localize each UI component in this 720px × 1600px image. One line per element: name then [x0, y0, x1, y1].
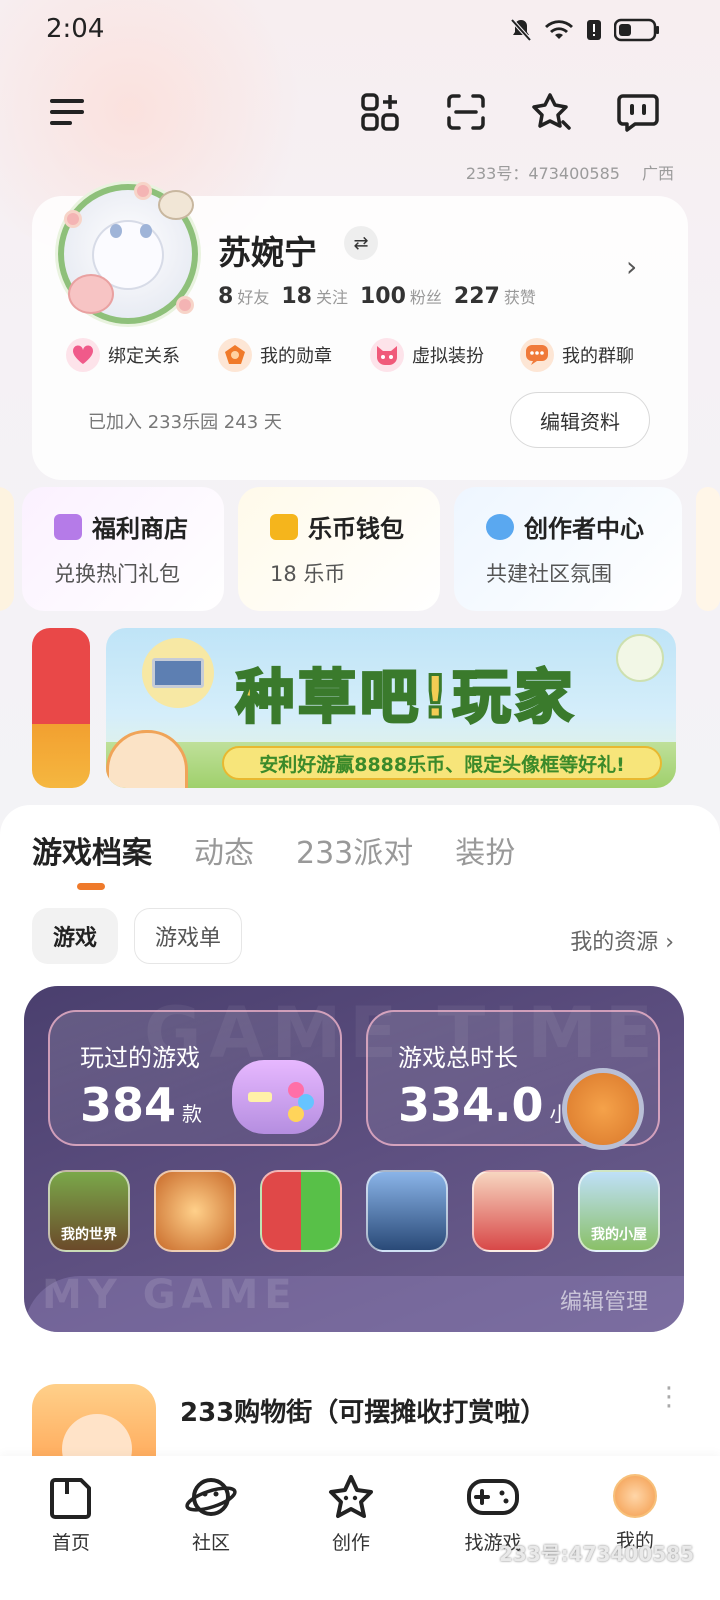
profile-tabs: 游戏档案 动态 233派对 装扮: [32, 828, 515, 872]
profile-detail-chevron-icon[interactable]: ›: [626, 250, 637, 283]
edit-profile-button[interactable]: 编辑资料: [510, 392, 650, 448]
my-resources-link[interactable]: 我的资源 ›: [570, 924, 674, 956]
pig-decoration: [68, 274, 114, 314]
gift-icon: [54, 513, 82, 540]
quick-my-group-chats[interactable]: 我的群聊: [520, 338, 634, 372]
stopwatch-icon: [562, 1068, 644, 1150]
feature-card-welfare-shop[interactable]: 福利商店 兑换热门礼包: [22, 487, 224, 611]
panel-watermark: MY GAME: [42, 1272, 298, 1318]
heart-icon: [66, 338, 100, 372]
game-stats-panel: GAME TIME MY GAME 玩过的游戏 384款 游戏总时长 334.0…: [24, 986, 684, 1332]
quick-my-medals[interactable]: 我的勋章: [218, 338, 332, 372]
switch-account-button[interactable]: ⇄: [344, 226, 378, 260]
more-options-icon[interactable]: ⋮: [656, 1384, 682, 1410]
gamepad-icon: [232, 1060, 324, 1134]
feature-card-wallet[interactable]: 乐币钱包 18 乐币: [238, 487, 440, 611]
game-icon-twins[interactable]: [260, 1170, 342, 1252]
banner-title: 种草吧!玩家: [234, 662, 577, 733]
stat-fans[interactable]: 100 粉丝: [360, 284, 442, 309]
home-icon: [50, 1478, 91, 1519]
screenshot-watermark: 233号:473400585: [499, 1542, 694, 1566]
stat-likes[interactable]: 227 获赞: [454, 284, 536, 309]
cat-decoration: [158, 190, 194, 220]
profile-stats: 8 好友 18 关注 100 粉丝 227 获赞: [218, 284, 536, 309]
nav-community[interactable]: 社区: [166, 1474, 256, 1555]
active-tab-indicator: [77, 883, 105, 890]
battery-icon: [614, 18, 659, 42]
character-illustration: [106, 730, 188, 788]
subtab-games[interactable]: 游戏: [32, 908, 118, 964]
gamepad-nav-icon: [467, 1479, 519, 1515]
laptop-icon: [142, 638, 214, 708]
subtab-game-lists[interactable]: 游戏单: [134, 908, 242, 964]
star-icon: [329, 1475, 373, 1518]
nav-home[interactable]: 首页: [26, 1474, 116, 1555]
stat-friends[interactable]: 8 好友: [218, 284, 269, 309]
swap-icon: ⇄: [353, 232, 369, 254]
game-icon-minecraft[interactable]: 我的世界: [48, 1170, 130, 1252]
nav-create[interactable]: 创作: [306, 1474, 396, 1555]
quick-virtual-dressup[interactable]: 虚拟装扮: [370, 338, 484, 372]
status-icons: [510, 18, 660, 42]
apps-button[interactable]: [356, 88, 404, 136]
message-bubble-icon: [617, 94, 659, 132]
account-uid: 233号：473400585: [465, 164, 620, 183]
tab-game-archive[interactable]: 游戏档案: [32, 828, 152, 872]
profile-name: 苏婉宁: [218, 233, 317, 272]
planet-face-icon: [185, 1478, 237, 1516]
scan-button[interactable]: [442, 88, 490, 136]
tab-activity[interactable]: 动态: [194, 828, 254, 872]
menu-button[interactable]: [44, 88, 92, 136]
banner-subtitle: 安利好游赢8888乐币、限定头像框等好礼!: [222, 746, 662, 780]
game-icon-stickman[interactable]: [366, 1170, 448, 1252]
avatar[interactable]: [58, 182, 198, 324]
medal-icon: [218, 338, 252, 372]
joined-days: 已加入 233乐园 243 天: [88, 412, 282, 433]
account-region: 广西: [641, 164, 674, 183]
apps-grid-icon: [361, 93, 399, 131]
trophy-icon: [616, 634, 664, 682]
status-time: 2:04: [46, 14, 105, 44]
menu-icon: [50, 99, 84, 125]
played-games-box[interactable]: 玩过的游戏 384 款: [48, 1010, 342, 1146]
scan-icon: [447, 94, 485, 130]
feature-card-partial[interactable]: [696, 487, 720, 611]
list-item-title[interactable]: 233购物街（可摆摊收打赏啦）: [180, 1392, 546, 1429]
avatar-icon: [613, 1474, 657, 1518]
sparkle-star-icon: [532, 93, 571, 130]
edit-manage-button[interactable]: 编辑管理: [560, 1284, 648, 1316]
sim-alert-icon: [587, 20, 601, 40]
quick-bind-relation[interactable]: 绑定关系: [66, 338, 180, 372]
tab-dressup[interactable]: 装扮: [455, 828, 515, 872]
flower-decoration: [134, 182, 152, 200]
feature-card-creator-center[interactable]: 创作者中心 共建社区氛围: [454, 487, 682, 611]
favorites-button[interactable]: [528, 88, 576, 136]
messages-button[interactable]: [614, 88, 662, 136]
mute-bell-icon: [510, 18, 532, 42]
game-icon-my-house[interactable]: 我的小屋: [578, 1170, 660, 1252]
avatar-eye: [140, 224, 152, 238]
banner-prev[interactable]: [32, 628, 90, 788]
promo-banner[interactable]: 种草吧!玩家 安利好游赢8888乐币、限定头像框等好礼!: [106, 628, 676, 788]
wifi-icon: [545, 20, 573, 39]
game-icon-lion[interactable]: [154, 1170, 236, 1252]
wallet-icon: [270, 513, 298, 540]
cat-face-icon: [370, 338, 404, 372]
flower-decoration: [64, 210, 82, 228]
recent-games: 我的世界 我的小屋: [48, 1170, 660, 1252]
bottom-navigation: 首页 社区 创作 找游戏 我的: [0, 1456, 720, 1600]
feature-card-partial[interactable]: [0, 487, 14, 611]
account-info: 233号：473400585 广西: [466, 160, 674, 184]
game-icon-girl[interactable]: [472, 1170, 554, 1252]
status-bar: 2:04: [0, 0, 720, 64]
stat-following[interactable]: 18 关注: [281, 284, 348, 309]
playtime-box[interactable]: 游戏总时长 334.0小时: [366, 1010, 660, 1150]
tab-233-party[interactable]: 233派对: [296, 828, 413, 872]
flower-decoration: [176, 296, 194, 314]
avatar-eye: [110, 224, 122, 238]
chat-icon: [520, 338, 554, 372]
planet-icon: [486, 513, 514, 540]
